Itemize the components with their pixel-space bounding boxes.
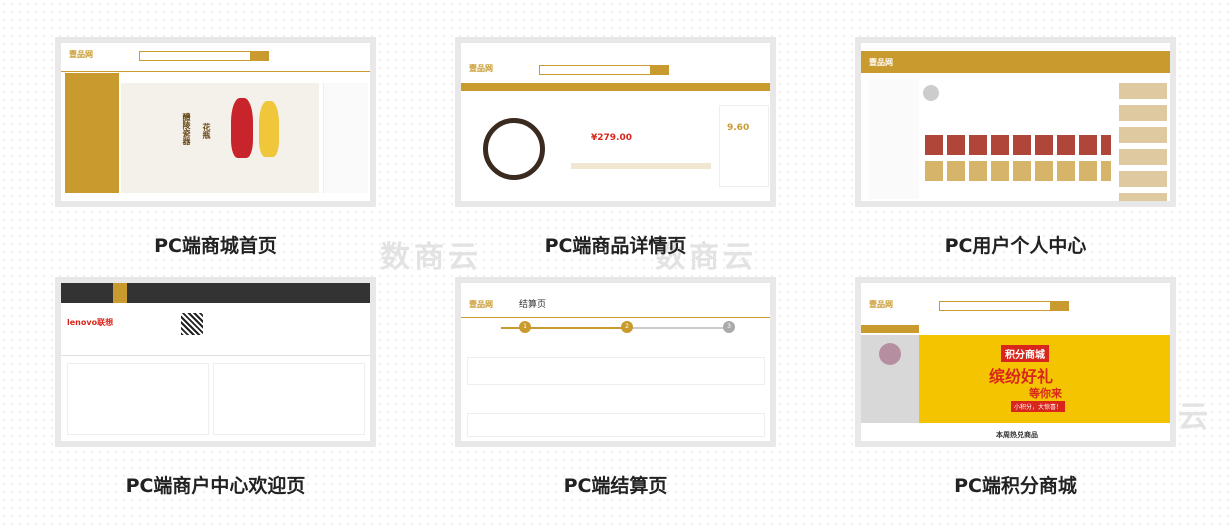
search-box [539,65,651,75]
info-panel [67,363,209,435]
order-table [467,413,765,437]
nav-line [61,71,370,72]
merchant-welcome-thumbnail: lenovo联想 [61,283,370,441]
search-button [651,65,669,75]
caption-points-mall: PC端积分商城 [954,475,1077,497]
site-logo: 壹品网 [869,300,893,309]
points-mall-thumbnail: 壹品网 积分商城 缤纷好礼 等你来 小积分，大惊喜！ 本周热兑商品 [861,283,1170,441]
caption-product-detail: PC端商品详情页 [544,235,687,257]
caption-homepage: PC端商城首页 [154,235,277,257]
right-panel [323,83,368,193]
category-sidebar [65,73,119,193]
side-price: 9.60 [727,123,750,133]
yellow-vase [259,101,279,157]
stats-panel [213,363,365,435]
search-button [251,51,269,61]
product-detail-thumbnail: 壹品网 ¥279.00 9.60 [461,43,770,201]
banner-tagline: 小积分，大惊喜！ [1011,401,1066,412]
site-logo: 壹品网 [869,58,893,67]
user-center-thumbnail: 壹品网 [861,43,1170,201]
banner-title: 积分商城 [1001,345,1049,362]
caption-merchant-welcome: PC端商户中心欢迎页 [125,475,306,497]
address-block [467,357,765,385]
qr-code [181,313,203,335]
checkout-thumbnail: 壹品网 结算页 1 2 3 [461,283,770,441]
recommend-column [1119,83,1167,201]
card-merchant-welcome[interactable]: lenovo联想 [55,277,376,447]
user-avatar [923,85,939,101]
top-bar [61,283,370,303]
nav-bar [461,83,770,91]
card-points-mall[interactable]: 壹品网 积分商城 缤纷好礼 等你来 小积分，大惊喜！ 本周热兑商品 [855,277,1176,447]
site-logo: 壹品网 [69,50,93,59]
category-tab [861,325,919,333]
step-3: 3 [723,321,735,333]
spec-row [571,163,711,169]
banner-headline: 缤纷好礼 [989,367,1054,386]
divider [61,355,370,356]
homepage-thumbnail: 壹品网 醴陵瓷器 花瓶 [61,43,370,201]
red-vase [231,98,253,158]
search-box [939,301,1051,311]
card-homepage[interactable]: 壹品网 醴陵瓷器 花瓶 [55,37,376,207]
hero-banner [121,83,319,193]
step-2: 2 [621,321,633,333]
banner-subline: 等你来 [1029,387,1062,400]
site-logo: 壹品网 [469,64,493,73]
product-row [925,135,1111,155]
card-product-detail[interactable]: 壹品网 ¥279.00 9.60 [455,37,776,207]
caption-user-center: PC用户个人中心 [944,235,1087,257]
product-price: ¥279.00 [591,133,632,143]
banner-text: 醴陵瓷器 [182,113,191,145]
left-menu [869,79,919,199]
search-button [1051,301,1069,311]
site-logo: 壹品网 [469,300,493,309]
side-panel [719,105,769,187]
search-box [139,51,251,61]
user-avatar [879,343,901,365]
active-tab [113,283,127,303]
product-row [925,161,1111,181]
product-image [483,118,545,180]
section-title: 本周热兑商品 [996,431,1038,439]
card-checkout[interactable]: 壹品网 结算页 1 2 3 [455,277,776,447]
caption-checkout: PC端结算页 [563,475,668,497]
checkout-title: 结算页 [519,300,547,310]
banner-text: 花瓶 [202,123,211,139]
card-user-center[interactable]: 壹品网 [855,37,1176,207]
step-1: 1 [519,321,531,333]
header-bar [861,51,1170,73]
header-line [461,317,770,318]
merchant-logo: lenovo联想 [67,318,114,327]
